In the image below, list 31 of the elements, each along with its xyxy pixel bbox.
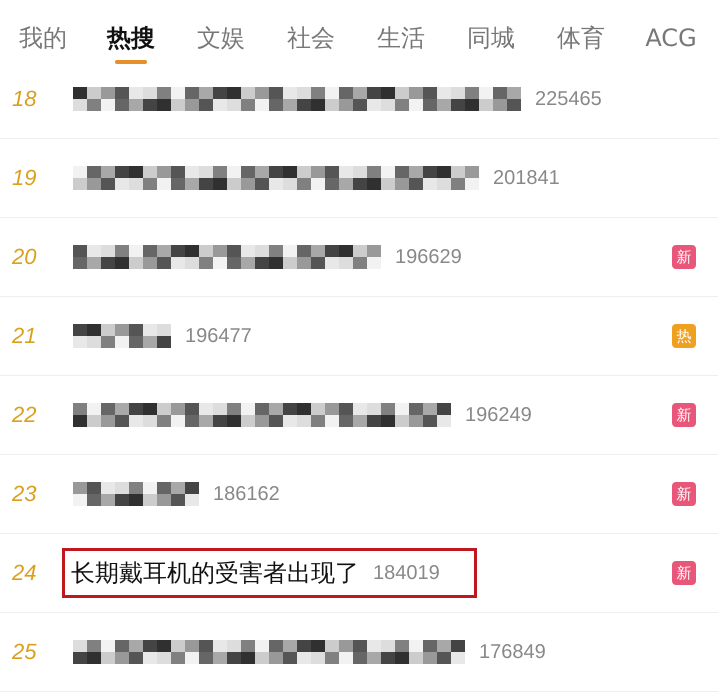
tab[interactable]: 我的 <box>0 0 86 56</box>
heat-count: 196477 <box>185 324 252 348</box>
tab[interactable]: 热搜 <box>86 0 176 64</box>
tab[interactable]: 社会 <box>266 0 356 56</box>
rank-number: 18 <box>11 86 38 112</box>
badge: 热 <box>672 324 696 348</box>
badge: 新 <box>672 482 696 506</box>
heat-count: 184019 <box>373 562 440 584</box>
tab[interactable]: 生活 <box>356 0 446 56</box>
rank-number: 19 <box>11 165 38 191</box>
topic-title[interactable]: 长期戴耳机的受害者出现了 <box>71 557 359 589</box>
heat-count: 186162 <box>213 482 280 506</box>
tab[interactable]: 文娱 <box>176 0 266 56</box>
tab[interactable]: ACG <box>626 0 716 56</box>
tab[interactable]: 体育 <box>536 0 626 56</box>
rank-number: 22 <box>10 402 38 428</box>
heat-count: 196629 <box>395 246 462 268</box>
rank-number: 21 <box>10 323 38 349</box>
rank-number: 24 <box>10 560 38 586</box>
rank-number: 25 <box>10 639 38 665</box>
heat-count: 225465 <box>535 88 602 110</box>
heat-count: 196249 <box>465 404 532 426</box>
badge: 新 <box>672 245 696 269</box>
badge: 新 <box>672 561 696 585</box>
rank-number: 23 <box>10 481 38 507</box>
tab[interactable]: 同城 <box>446 0 536 56</box>
tab-indicator <box>115 60 147 64</box>
rank-number: 20 <box>10 244 38 270</box>
heat-count: 176849 <box>479 640 546 664</box>
badge: 新 <box>672 403 696 427</box>
heat-count: 201841 <box>493 166 560 190</box>
